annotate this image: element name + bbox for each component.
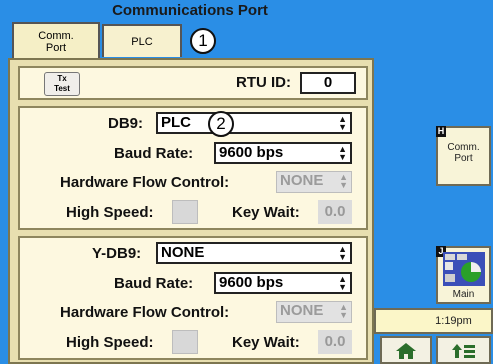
h-badge: H [436,126,446,137]
select-arrows-icon: ▲ ▼ [339,172,348,190]
tab-plc[interactable]: PLC [102,24,182,57]
ydb9-baud-value: 9600 bps [219,274,284,291]
comm-port-button[interactable]: H Comm. Port [436,126,491,186]
callout-2: 2 [208,111,234,137]
ydb9-baud-select[interactable]: 9600 bps ▲ ▼ [214,272,352,294]
select-arrows-icon: ▲ ▼ [339,302,348,320]
ydb9-key-wait-value: 0.0 [318,330,352,354]
db9-flow-select: NONE ▲ ▼ [276,171,352,193]
home-icon [396,343,416,359]
db9-key-wait-label: Key Wait: [232,204,300,221]
ydb9-select[interactable]: NONE ▲ ▼ [156,242,352,264]
clock-time: 1:19pm [435,315,472,327]
select-arrows-icon: ▲ ▼ [338,144,347,162]
settings-panel: Tx Test RTU ID: 0 DB9: PLC ▲ ▼ 2 Baud Rat… [8,58,374,364]
db9-flow-label: Hardware Flow Control: [60,174,230,191]
ydb9-box: Y-DB9: NONE ▲ ▼ Baud Rate: 9600 bps ▲ ▼ Ha… [18,236,368,360]
ydb9-flow-value: NONE [280,302,324,319]
db9-flow-value: NONE [280,172,324,189]
ydb9-flow-select: NONE ▲ ▼ [276,301,352,323]
db9-high-speed-checkbox [172,200,198,224]
ydb9-label: Y-DB9: [92,245,142,262]
callout-1: 1 [190,28,216,54]
tab-comm-port-line1: Comm. [38,30,74,42]
db9-baud-select[interactable]: 9600 bps ▲ ▼ [214,142,352,164]
tab-comm-port[interactable]: Comm. Port [12,22,100,60]
ydb9-high-speed-checkbox [172,330,198,354]
tx-test-button[interactable]: Tx Test [44,72,80,96]
main-screen-icon [443,252,485,286]
tx-test-line1: Tx [57,74,67,83]
db9-box: DB9: PLC ▲ ▼ 2 Baud Rate: 9600 bps ▲ ▼ Har… [18,106,368,230]
rtu-id-label: RTU ID: [236,74,291,91]
db9-value: PLC [161,114,191,131]
db9-high-speed-label: High Speed: [66,204,154,221]
main-button[interactable]: J Main [436,246,491,304]
up-menu-button[interactable] [436,336,491,364]
clock-display: 1:19pm [374,308,493,334]
up-list-icon [451,344,475,358]
tx-test-line2: Test [54,84,70,93]
tab-comm-port-line2: Port [45,42,67,54]
db9-baud-value: 9600 bps [219,144,284,161]
rtu-id-field[interactable]: 0 [300,72,356,94]
comm-port-line1: Comm. [447,142,480,153]
db9-select[interactable]: PLC ▲ ▼ [156,112,352,134]
rtu-box: Tx Test RTU ID: 0 [18,66,368,100]
comm-port-line2: Port [454,153,473,164]
tab-plc-label: PLC [131,35,153,48]
ydb9-flow-label: Hardware Flow Control: [60,304,230,321]
ydb9-value: NONE [161,244,205,261]
home-button[interactable] [380,336,432,364]
ydb9-high-speed-label: High Speed: [66,334,154,351]
select-arrows-icon: ▲ ▼ [338,244,347,262]
select-arrows-icon: ▲ ▼ [338,114,347,132]
select-arrows-icon: ▲ ▼ [338,274,347,292]
db9-baud-label: Baud Rate: [114,145,194,162]
main-label: Main [452,289,475,300]
ydb9-key-wait-label: Key Wait: [232,334,300,351]
db9-key-wait-value: 0.0 [318,200,352,224]
ydb9-baud-label: Baud Rate: [114,275,194,292]
window-title: Communications Port [10,0,370,22]
db9-label: DB9: [108,115,144,132]
